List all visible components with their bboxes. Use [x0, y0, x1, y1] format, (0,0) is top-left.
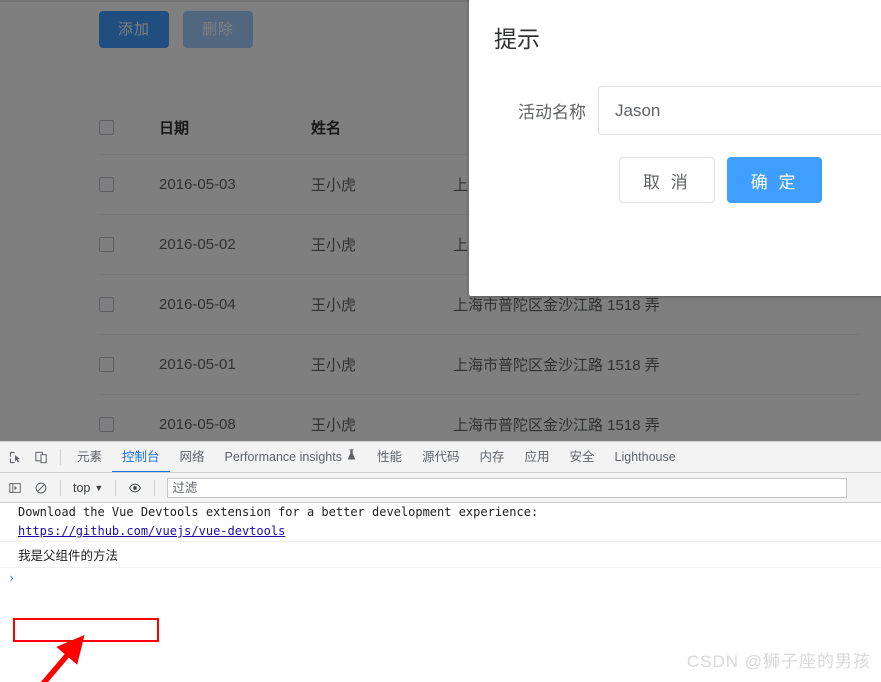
- console-vue-notice: Download the Vue Devtools extension for …: [18, 505, 539, 519]
- annotation-arrow-icon: [40, 634, 85, 682]
- activity-name-label: 活动名称: [518, 103, 586, 122]
- chevron-down-icon: ▼: [94, 482, 104, 493]
- console-filter-input[interactable]: [167, 477, 848, 498]
- devtools-tab-9[interactable]: Lighthouse: [605, 442, 686, 472]
- execution-context-label: top: [73, 480, 91, 495]
- execution-context-select[interactable]: top ▼: [67, 481, 109, 495]
- devtools-tab-0[interactable]: 元素: [67, 442, 112, 472]
- devtools-tab-label: 安全: [569, 449, 595, 464]
- activity-name-input[interactable]: [598, 86, 881, 135]
- devtools-tab-label: Performance insights: [224, 449, 342, 464]
- confirm-button[interactable]: 确 定: [726, 157, 823, 203]
- devtools-tab-label: 应用: [524, 449, 550, 464]
- devtools-tab-label: 元素: [77, 449, 103, 464]
- console-sidebar-toggle-icon[interactable]: [2, 475, 28, 501]
- cancel-button[interactable]: 取 消: [619, 157, 715, 203]
- dialog-title: 提示: [494, 26, 540, 52]
- devtools-tab-label: 源代码: [421, 449, 460, 464]
- form-row-activity-name: 活动名称: [494, 86, 881, 135]
- console-input-prompt[interactable]: ›: [0, 568, 881, 588]
- devtools-tab-label: 性能: [376, 449, 402, 464]
- devtools-tab-2[interactable]: 网络: [170, 442, 215, 472]
- console-filterbar: top ▼: [0, 473, 881, 503]
- inspect-element-icon[interactable]: [2, 444, 28, 470]
- devtools-panel: 元素 控制台 网络 Performance insights 性能 源代码 内存 应用 安全 Li…: [0, 441, 881, 682]
- devtools-tab-7[interactable]: 应用: [515, 442, 560, 472]
- devtools-tab-6[interactable]: 内存: [470, 442, 515, 472]
- dialog-body: 活动名称 取 消 确 定: [469, 64, 881, 203]
- toolbar-divider: [60, 449, 61, 465]
- screenshot-root: 添加 删除 日期 姓名 2016-05-03王小虎上海市普陀区金沙江路 1518…: [0, 0, 881, 682]
- console-settings-eye-icon[interactable]: [122, 475, 148, 501]
- devtools-tab-3[interactable]: Performance insights: [215, 442, 367, 472]
- devtools-tab-label: Lighthouse: [614, 449, 676, 464]
- toggle-device-toolbar-icon[interactable]: [28, 444, 54, 470]
- filterbar-divider-3: [154, 479, 156, 496]
- clear-console-icon[interactable]: [28, 475, 54, 501]
- flask-icon: [346, 442, 357, 472]
- devtools-tabs: 元素 控制台 网络 Performance insights 性能 源代码 内存 应用 安全 Li…: [67, 442, 686, 472]
- devtools-tab-label: 网络: [179, 449, 205, 464]
- devtools-tab-label: 内存: [479, 449, 505, 464]
- console-vue-link-line: https://github.com/vuejs/vue-devtools: [0, 522, 881, 541]
- dialog-footer: 取 消 确 定: [494, 135, 881, 203]
- csdn-watermark: CSDN @狮子座的男孩: [686, 652, 871, 671]
- vue-devtools-link[interactable]: https://github.com/vuejs/vue-devtools: [18, 524, 285, 538]
- console-log-message: 我是父组件的方法: [0, 541, 881, 568]
- devtools-tab-5[interactable]: 源代码: [412, 442, 470, 472]
- filterbar-divider-2: [115, 479, 117, 496]
- annotation-highlight-box: [13, 618, 159, 642]
- dialog-header: 提示: [469, 0, 881, 64]
- devtools-tab-4[interactable]: 性能: [367, 442, 412, 472]
- devtools-tabbar: 元素 控制台 网络 Performance insights 性能 源代码 内存 应用 安全 Li…: [0, 442, 881, 473]
- prompt-dialog: 提示 活动名称 取 消 确 定: [469, 0, 881, 296]
- devtools-tab-8[interactable]: 安全: [560, 442, 605, 472]
- filterbar-divider-1: [60, 479, 61, 496]
- devtools-tab-label: 控制台: [122, 449, 160, 464]
- devtools-tab-1[interactable]: 控制台: [112, 442, 170, 472]
- web-page: 添加 删除 日期 姓名 2016-05-03王小虎上海市普陀区金沙江路 1518…: [0, 0, 881, 441]
